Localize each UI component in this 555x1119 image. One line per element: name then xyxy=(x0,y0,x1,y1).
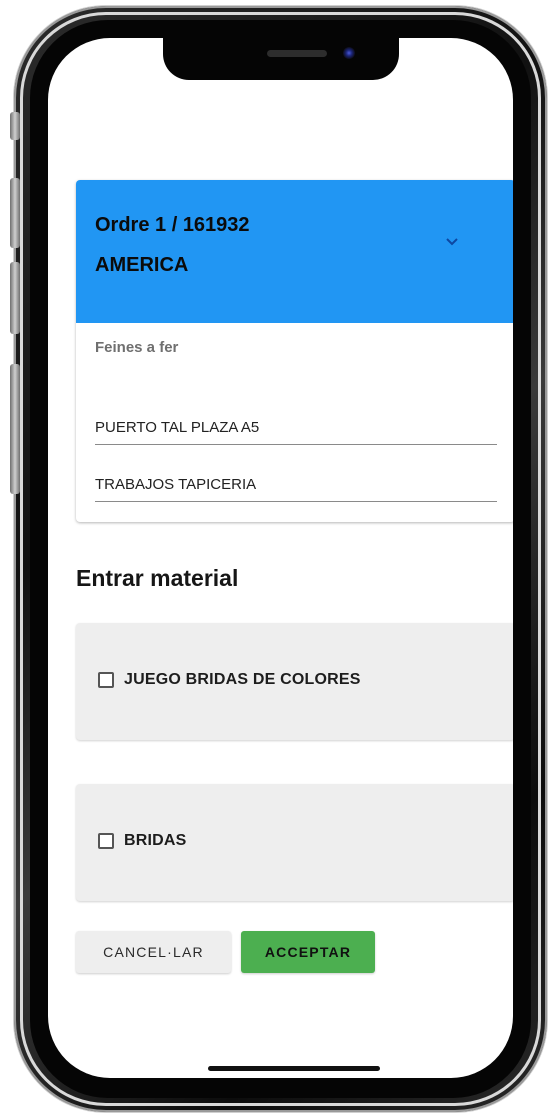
phone-silent-switch xyxy=(10,112,20,140)
materials-section-title: Entrar material xyxy=(76,565,239,591)
phone-notch xyxy=(163,38,399,80)
material-checkbox[interactable] xyxy=(98,833,114,849)
material-card: JUEGO BRIDAS DE COLORES xyxy=(76,623,513,740)
material-card: BRIDAS xyxy=(76,784,513,901)
phone-side-button xyxy=(10,364,20,494)
task-item: PUERTO TAL PLAZA A5 xyxy=(95,419,497,445)
order-header[interactable]: Ordre 1 / 161932 AMERICA xyxy=(76,180,513,323)
cancel-button[interactable]: CANCEL·LAR xyxy=(76,931,231,973)
phone-volume-down-button xyxy=(10,262,20,334)
tasks-label: Feines a fer xyxy=(95,339,179,356)
front-camera-icon xyxy=(343,47,355,59)
phone-volume-up-button xyxy=(10,178,20,248)
chevron-down-icon[interactable] xyxy=(444,234,460,250)
material-label: JUEGO BRIDAS DE COLORES xyxy=(124,671,361,688)
material-checkbox[interactable] xyxy=(98,672,114,688)
material-label: BRIDAS xyxy=(124,832,187,849)
task-item: TRABAJOS TAPICERIA xyxy=(95,476,497,502)
home-indicator[interactable] xyxy=(208,1066,380,1071)
order-client: AMERICA xyxy=(95,254,189,276)
order-card: Ordre 1 / 161932 AMERICA Feines a fer PU… xyxy=(76,180,513,522)
accept-button[interactable]: ACCEPTAR xyxy=(241,931,375,973)
phone-screen: Ordre 1 / 161932 AMERICA Feines a fer PU… xyxy=(48,38,513,1078)
material-item-juego-bridas[interactable]: JUEGO BRIDAS DE COLORES xyxy=(98,671,361,689)
order-title: Ordre 1 / 161932 xyxy=(95,214,250,236)
speaker-grille xyxy=(267,50,327,57)
material-item-bridas[interactable]: BRIDAS xyxy=(98,832,187,850)
